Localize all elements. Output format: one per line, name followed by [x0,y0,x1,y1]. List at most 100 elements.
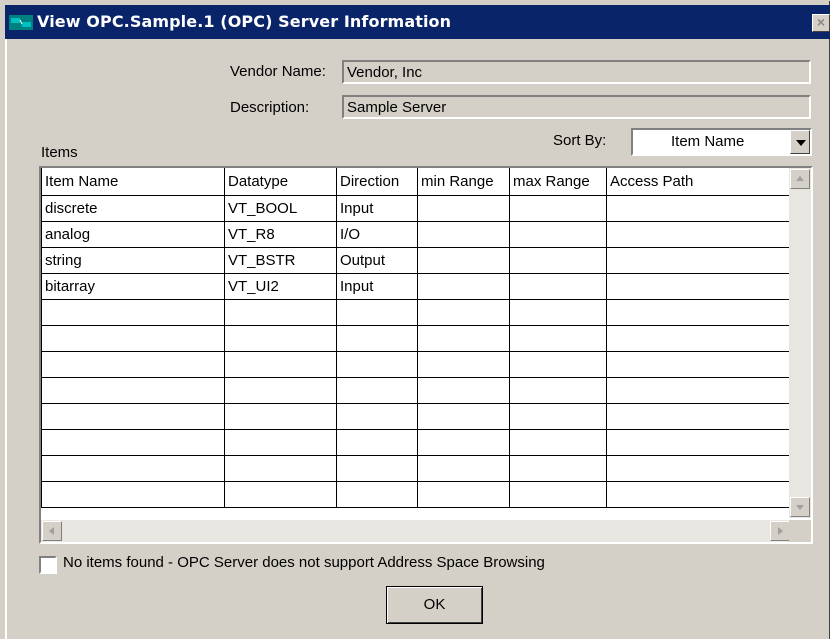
table-cell [606,377,792,404]
items-label: Items [41,144,78,161]
table-header-row: Item Name Datatype Direction min Range max R… [41,168,792,196]
table-cell [606,299,792,326]
table-row[interactable] [41,429,792,456]
table-cell [606,403,792,430]
sort-by-value: Item Name [671,133,745,150]
table-cell [417,481,510,508]
table-cell [606,429,792,456]
column-header[interactable]: Datatype [224,168,337,196]
description-field: Sample Server [342,95,811,119]
table-cell [509,481,607,508]
items-table[interactable]: Item Name Datatype Direction min Range max R… [39,166,813,544]
table-row[interactable]: string VT_BSTR Output [41,247,792,274]
vertical-scrollbar[interactable] [789,168,811,518]
table-cell [224,325,337,352]
scroll-up-icon[interactable] [790,169,810,189]
table-cell [41,299,225,326]
chevron-down-icon[interactable] [790,130,810,154]
table-cell [41,481,225,508]
vendor-name-label: Vendor Name: [230,63,326,80]
table-cell [509,273,607,300]
table-cell [606,247,792,274]
scroll-left-icon[interactable] [42,521,62,541]
scroll-down-icon[interactable] [790,497,810,517]
table-cell [509,403,607,430]
table-cell: Input [336,195,418,222]
table-cell [336,299,418,326]
table-cell: analog [41,221,225,248]
table-cell [41,403,225,430]
table-cell [606,481,792,508]
table-cell [224,429,337,456]
table-cell [41,377,225,404]
table-cell [336,403,418,430]
column-header[interactable]: max Range [509,168,607,196]
table-cell [509,221,607,248]
title-bar[interactable]: View OPC.Sample.1 (OPC) Server Informati… [5,5,830,39]
table-cell [606,195,792,222]
table-cell [417,403,510,430]
table-row[interactable]: analog VT_R8 I/O [41,221,792,248]
table-cell [606,273,792,300]
table-cell [224,377,337,404]
table-cell [224,455,337,482]
table-row[interactable] [41,481,792,508]
table-cell [509,247,607,274]
table-cell [417,455,510,482]
description-label: Description: [230,99,310,116]
close-icon[interactable]: × [812,14,830,32]
table-cell [41,455,225,482]
table-cell [417,273,510,300]
table-cell: VT_BOOL [224,195,337,222]
sort-by-select[interactable]: Item Name [631,128,812,156]
window-edge [5,39,7,639]
table-cell [606,351,792,378]
table-row[interactable]: bitarray VT_UI2 Input [41,273,792,300]
sort-by-label: Sort By: [553,132,607,149]
table-row[interactable] [41,377,792,404]
table-cell [606,455,792,482]
table-cell [417,247,510,274]
table-row[interactable]: discrete VT_BOOL Input [41,195,792,222]
column-header[interactable]: Direction [336,168,418,196]
items-grid: Item Name Datatype Direction min Range max R… [41,168,792,508]
table-cell: Input [336,273,418,300]
table-cell [336,455,418,482]
table-cell: discrete [41,195,225,222]
table-cell [509,429,607,456]
table-cell [509,299,607,326]
table-cell: bitarray [41,273,225,300]
column-header[interactable]: min Range [417,168,510,196]
table-cell [336,429,418,456]
table-cell: VT_BSTR [224,247,337,274]
table-cell [41,351,225,378]
table-cell [336,325,418,352]
server-info-dialog: View OPC.Sample.1 (OPC) Server Informati… [0,0,830,639]
scrollbar-corner [789,520,811,542]
no-items-checkbox[interactable] [39,556,57,574]
vendor-name-field: Vendor, Inc [342,60,811,84]
window-title: View OPC.Sample.1 (OPC) Server Informati… [37,12,452,31]
horizontal-scrollbar[interactable] [41,520,791,542]
scroll-right-icon[interactable] [770,521,790,541]
table-cell [509,351,607,378]
table-row[interactable] [41,403,792,430]
table-cell [417,377,510,404]
column-header[interactable]: Item Name [41,168,225,196]
table-cell [336,481,418,508]
table-cell: VT_UI2 [224,273,337,300]
table-row[interactable] [41,325,792,352]
table-cell [224,403,337,430]
table-cell [417,351,510,378]
table-row[interactable] [41,455,792,482]
table-row[interactable] [41,299,792,326]
table-cell: VT_R8 [224,221,337,248]
table-cell [417,299,510,326]
ok-button[interactable]: OK [386,586,483,624]
column-header[interactable]: Access Path [606,168,792,196]
table-cell [336,377,418,404]
table-row[interactable] [41,351,792,378]
table-cell [509,455,607,482]
table-cell [509,195,607,222]
table-cell [224,481,337,508]
